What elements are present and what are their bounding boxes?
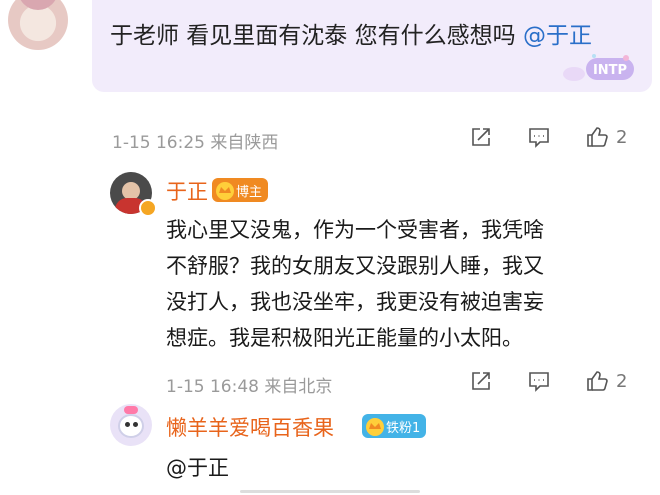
divider xyxy=(240,490,420,493)
like-count: 2 xyxy=(616,370,628,392)
like-button[interactable] xyxy=(582,124,612,150)
share-icon xyxy=(472,128,490,146)
like-button[interactable] xyxy=(582,368,612,394)
reply-button[interactable] xyxy=(524,124,554,150)
like-count: 2 xyxy=(616,126,628,148)
reply-line: 不舒服？我的女朋友又没跟别人睡，我又 xyxy=(166,254,544,278)
reply-text: 我心里又没鬼，作为一个受害者，我凭啥 不舒服？我的女朋友又没跟别人睡，我又 没打… xyxy=(166,212,636,356)
fan-avatar[interactable] xyxy=(110,404,152,446)
comment-actions: 2 xyxy=(466,124,627,150)
comment-meta: 1-15 16:25 来自陕西 xyxy=(112,133,279,153)
host-badge-label: 博主 xyxy=(236,184,263,200)
fan-badge: 铁粉1 xyxy=(362,414,427,438)
comment-icon xyxy=(529,372,549,392)
reply-line: 没打人，我也没坐牢，我更没有被迫害妄 xyxy=(166,290,544,314)
comment-bubble: 于老师 看见里面有沈泰 您有什么感想吗 @于正 INTP xyxy=(92,0,652,92)
sticker-text: INTP xyxy=(593,63,627,78)
like-icon xyxy=(587,127,608,147)
share-icon xyxy=(472,372,490,390)
fan-name[interactable]: 懒羊羊爱喝百香果 xyxy=(166,412,334,442)
reply-meta: 1-15 16:48 来自北京 xyxy=(166,377,333,397)
commenter-avatar[interactable] xyxy=(8,0,68,50)
crown-icon xyxy=(216,182,234,200)
like-icon xyxy=(587,371,608,391)
intp-sticker: INTP xyxy=(563,54,634,81)
reply-line: 想症。我是积极阳光正能量的小太阳。 xyxy=(166,326,523,350)
fan-reply-text: @于正 xyxy=(166,456,229,480)
author-name[interactable]: 于正 xyxy=(166,176,208,206)
share-button[interactable] xyxy=(466,368,496,394)
reply-button[interactable] xyxy=(524,368,554,394)
comment-body: 于老师 看见里面有沈泰 您有什么感想吗 xyxy=(110,23,516,49)
comment-text: 于老师 看见里面有沈泰 您有什么感想吗 @于正 xyxy=(110,18,630,54)
mention-link[interactable]: @于正 xyxy=(523,23,592,49)
reply-actions: 2 xyxy=(466,368,627,394)
comment-icon xyxy=(529,128,549,148)
crown-icon xyxy=(366,418,384,436)
fan-badge-label: 铁粉1 xyxy=(386,420,421,436)
share-button[interactable] xyxy=(466,124,496,150)
host-badge: 博主 xyxy=(212,178,269,202)
verified-icon xyxy=(139,199,157,217)
reply-line: 我心里又没鬼，作为一个受害者，我凭啥 xyxy=(166,218,544,242)
